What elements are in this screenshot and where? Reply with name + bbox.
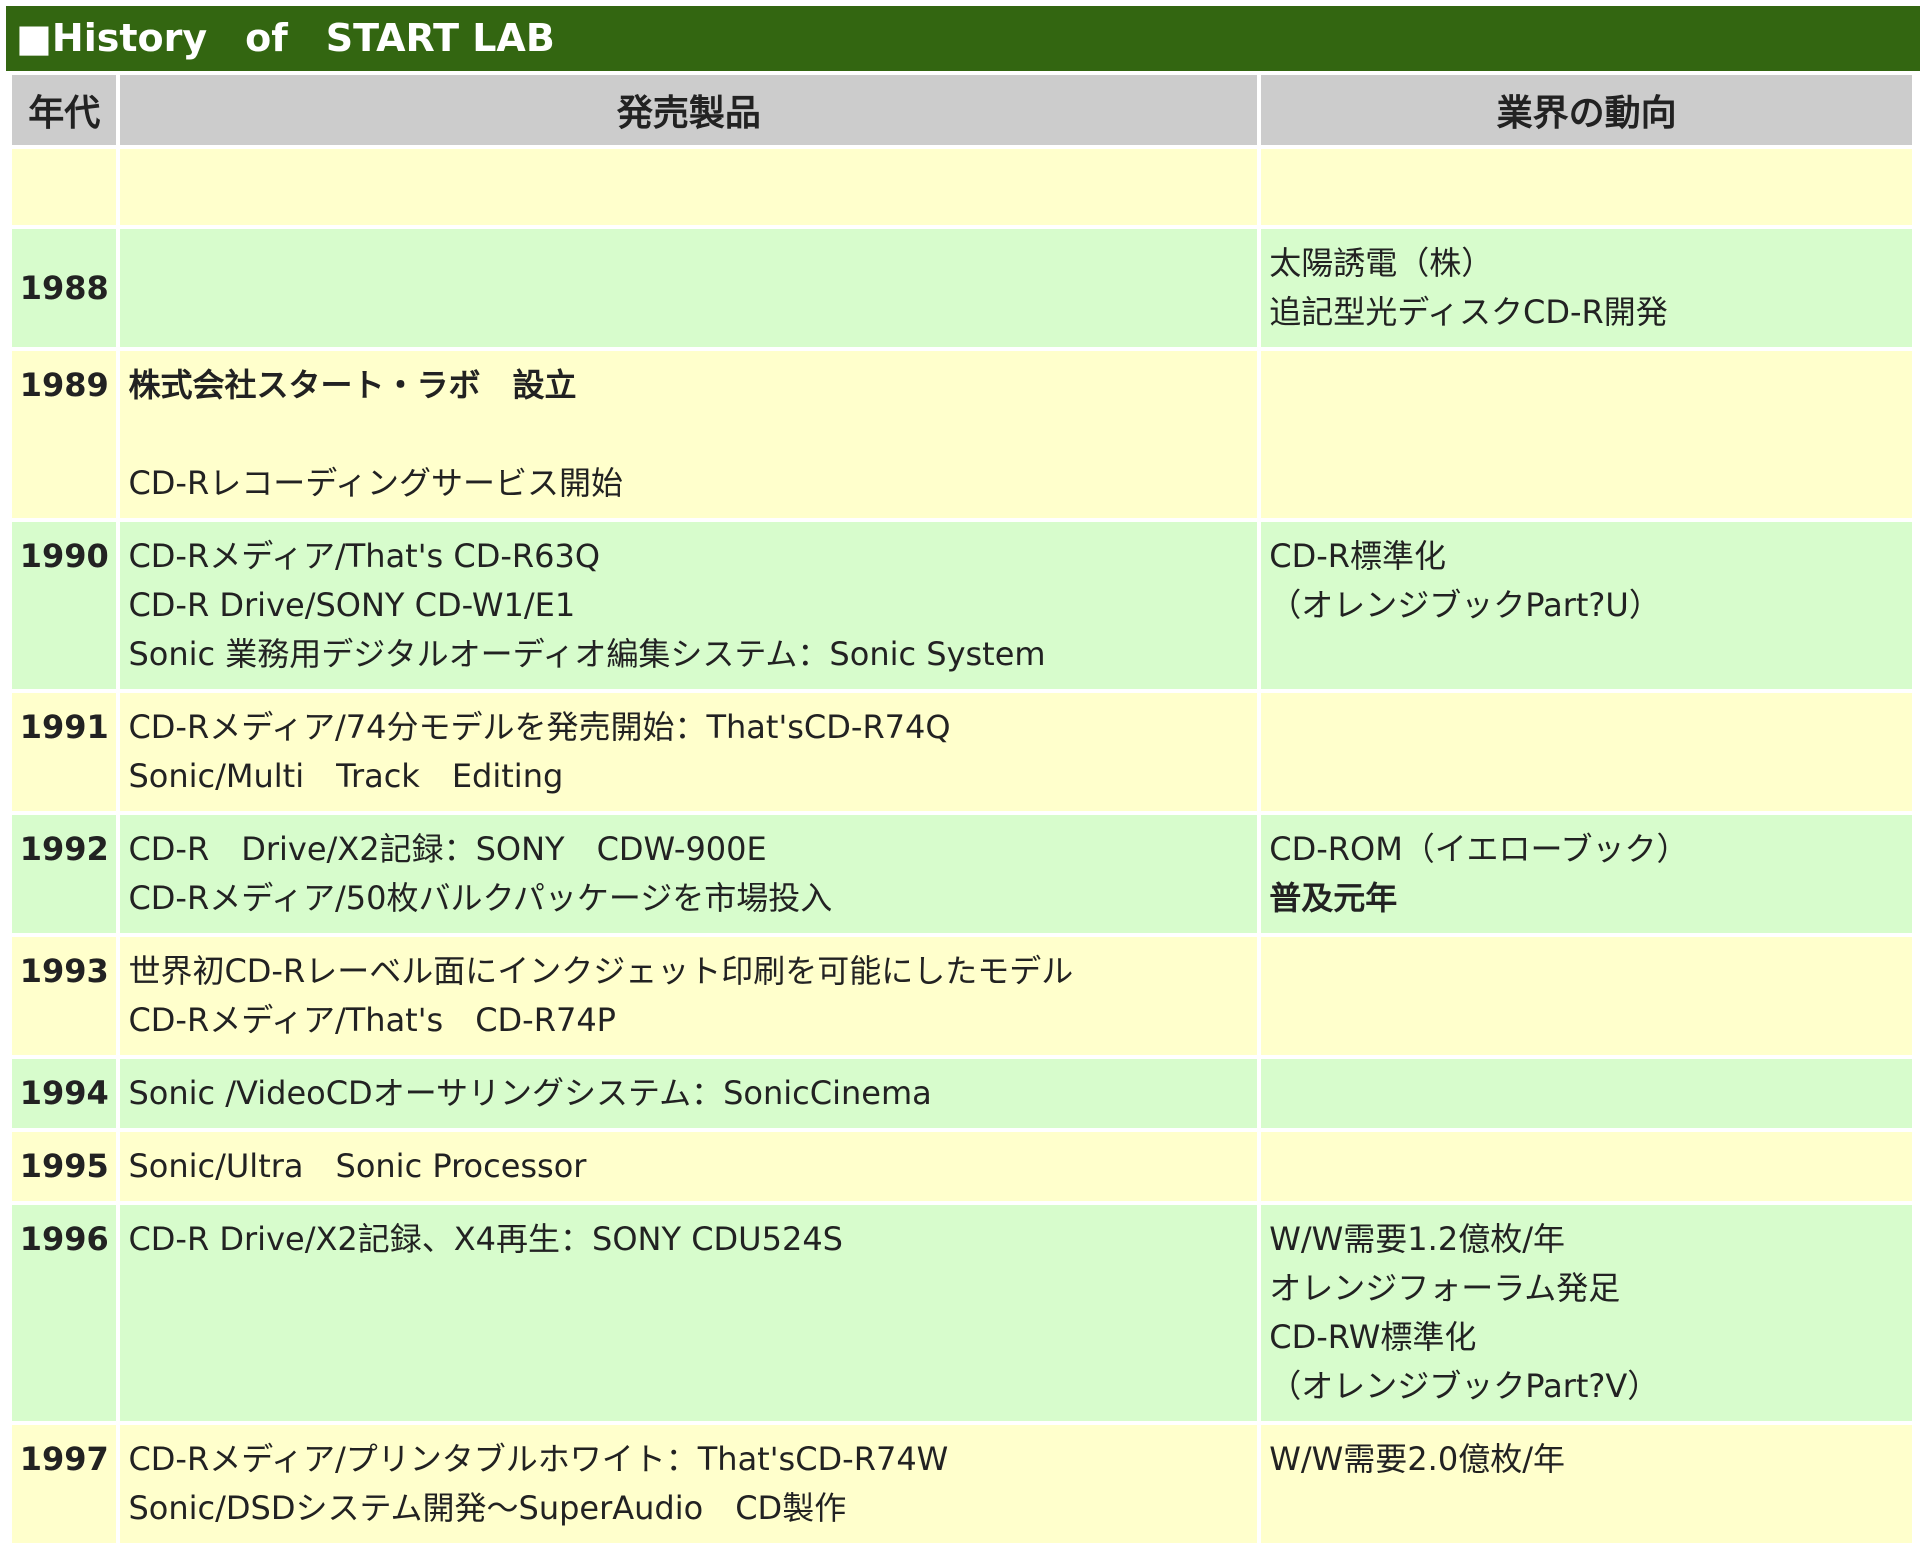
industry-cell: CD-R標準化 （オレンジブックPart?U） <box>1261 522 1912 689</box>
blank-cell <box>1261 149 1912 225</box>
year-cell: 1996 <box>12 1205 117 1421</box>
blank-cell <box>120 149 1258 225</box>
table-row: 1989 株式会社スタート・ラボ 設立 CD-Rレコーディングサービス開始 <box>12 351 1912 518</box>
products-cell <box>120 229 1258 347</box>
products-cell: Sonic/Ultra Sonic Processor <box>120 1132 1258 1201</box>
blank-cell <box>12 149 117 225</box>
products-cell: CD-Rメディア/That's CD-R63Q CD-R Drive/SONY … <box>120 522 1258 689</box>
table-row: 1988 太陽誘電（株） 追記型光ディスクCD-R開発 <box>12 229 1912 347</box>
year-cell: 1988 <box>12 229 117 347</box>
year-cell: 1989 <box>12 351 117 518</box>
industry-cell <box>1261 693 1912 811</box>
year-cell: 1992 <box>12 815 117 933</box>
industry-cell: W/W需要1.2億枚/年 オレンジフォーラム発足 CD-RW標準化 （オレンジブ… <box>1261 1205 1912 1421</box>
products-text: CD-Rレコーディングサービス開始 <box>128 464 623 502</box>
year-cell: 1997 <box>12 1425 117 1543</box>
products-cell: Sonic /VideoCDオーサリングシステム：SonicCinema <box>120 1059 1258 1128</box>
industry-cell <box>1261 1059 1912 1128</box>
industry-cell <box>1261 937 1912 1055</box>
year-cell: 1993 <box>12 937 117 1055</box>
table-row: 1996 CD-R Drive/X2記録、X4再生：SONY CDU524S W… <box>12 1205 1912 1421</box>
industry-cell: CD-ROM（イエローブック） 普及元年 <box>1261 815 1912 933</box>
industry-bold-text: 普及元年 <box>1269 879 1398 917</box>
page-title: ■History of START LAB <box>6 6 1920 71</box>
year-cell: 1994 <box>12 1059 117 1128</box>
table-row: 1991 CD-Rメディア/74分モデルを発売開始：That'sCD-R74Q … <box>12 693 1912 811</box>
page: ■History of START LAB 年代 発売製品 業界の動向 1988 <box>6 0 1920 1547</box>
table-row: 1992 CD-R Drive/X2記録：SONY CDW-900E CD-Rメ… <box>12 815 1912 933</box>
industry-cell: W/W需要2.0億枚/年 <box>1261 1425 1912 1543</box>
products-cell: CD-R Drive/X2記録：SONY CDW-900E CD-Rメディア/5… <box>120 815 1258 933</box>
table-row-blank <box>12 149 1912 225</box>
header-products: 発売製品 <box>120 75 1258 145</box>
products-cell: CD-Rメディア/プリンタブルホワイト：That'sCD-R74W Sonic/… <box>120 1425 1258 1543</box>
industry-cell <box>1261 1132 1912 1201</box>
industry-cell <box>1261 351 1912 518</box>
year-cell: 1990 <box>12 522 117 689</box>
header-year: 年代 <box>12 75 117 145</box>
products-cell: CD-Rメディア/74分モデルを発売開始：That'sCD-R74Q Sonic… <box>120 693 1258 811</box>
header-industry: 業界の動向 <box>1261 75 1912 145</box>
industry-text: CD-ROM（イエローブック） <box>1269 830 1689 868</box>
table-row: 1993 世界初CD-Rレーベル面にインクジェット印刷を可能にしたモデル CD-… <box>12 937 1912 1055</box>
year-cell: 1991 <box>12 693 117 811</box>
products-cell: 株式会社スタート・ラボ 設立 CD-Rレコーディングサービス開始 <box>120 351 1258 518</box>
table-row: 1990 CD-Rメディア/That's CD-R63Q CD-R Drive/… <box>12 522 1912 689</box>
products-cell: CD-R Drive/X2記録、X4再生：SONY CDU524S <box>120 1205 1258 1421</box>
company-founded-text: 株式会社スタート・ラボ 設立 <box>128 366 577 404</box>
industry-cell: 太陽誘電（株） 追記型光ディスクCD-R開発 <box>1261 229 1912 347</box>
header-row: 年代 発売製品 業界の動向 <box>12 75 1912 145</box>
table-row: 1995 Sonic/Ultra Sonic Processor <box>12 1132 1912 1201</box>
table-row: 1997 CD-Rメディア/プリンタブルホワイト：That'sCD-R74W S… <box>12 1425 1912 1543</box>
year-cell: 1995 <box>12 1132 117 1201</box>
history-table: 年代 発売製品 業界の動向 1988 太陽誘電（株） 追記型光ディスクCD-R開… <box>8 71 1916 1547</box>
products-cell: 世界初CD-Rレーベル面にインクジェット印刷を可能にしたモデル CD-Rメディア… <box>120 937 1258 1055</box>
table-row: 1994 Sonic /VideoCDオーサリングシステム：SonicCinem… <box>12 1059 1912 1128</box>
